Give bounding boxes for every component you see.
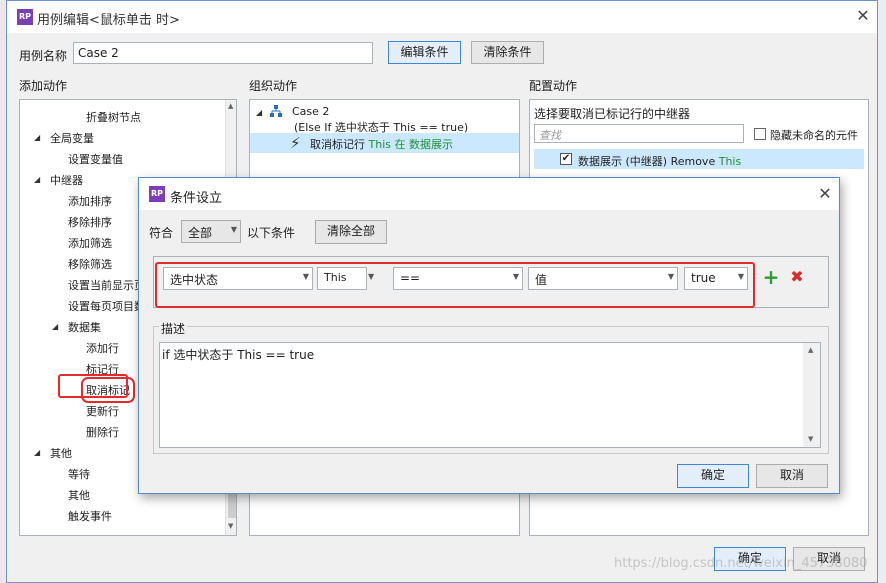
configure-actions-heading: 配置动作 [529, 79, 578, 93]
repeater-row-label: 数据展示 (中继器) Remove This [578, 155, 742, 168]
add-condition-icon[interactable]: + [762, 266, 780, 288]
watermark: https://blog.csdn.net/weixin_45738080 [614, 556, 868, 571]
scroll-up-icon[interactable]: ▲ [808, 346, 813, 354]
cond-cancel-button[interactable]: 取消 [756, 464, 828, 488]
tree-item[interactable]: 设置每页项目数 [68, 298, 145, 314]
description-label: 描述 [159, 320, 188, 337]
tree-item[interactable]: 触发事件 [68, 508, 112, 524]
usecase-name-label: 用例名称 [19, 49, 68, 63]
action-row-selected[interactable]: ⚡ 取消标记行 This 在 数据展示 [250, 133, 519, 153]
match-select[interactable]: 全部 ▼ [181, 220, 241, 243]
scroll-down-icon[interactable]: ▼ [808, 435, 813, 443]
cond-dialog-title: 条件设立 [170, 191, 223, 206]
search-input[interactable]: 查找 [534, 124, 744, 143]
case-tree-icon [270, 105, 282, 117]
match-label: 符合 [149, 226, 174, 240]
scroll-up-icon[interactable]: ▲ [228, 102, 233, 110]
repeater-checkbox[interactable]: ✔ [560, 153, 572, 165]
rp-logo-icon: RP [149, 186, 165, 202]
scrollbar-thumb[interactable] [228, 493, 236, 518]
tree-item[interactable]: 设置变量值 [68, 151, 123, 167]
expand-arrow-icon[interactable]: ◢ [34, 175, 40, 184]
action-label: 取消标记行 This 在 数据展示 [310, 138, 453, 151]
tree-item[interactable]: 折叠树节点 [86, 109, 141, 125]
tree-item[interactable]: 移除筛选 [68, 256, 112, 272]
chevron-down-icon: ▼ [230, 225, 237, 234]
tree-item[interactable]: 设置当前显示页 [68, 277, 145, 293]
expand-arrow-icon[interactable]: ◢ [52, 322, 58, 331]
dialog-title: 用例编辑<鼠标单击 时> [37, 13, 180, 28]
match-suffix-label: 以下条件 [247, 226, 296, 240]
rp-logo-icon: RP [17, 9, 33, 25]
description-scrollbar[interactable]: ▲ ▼ [803, 343, 820, 447]
cond-ok-button[interactable]: 确定 [677, 464, 749, 488]
tree-item[interactable]: 等待 [68, 466, 90, 482]
tree-item[interactable]: 移除排序 [68, 214, 112, 230]
cfg-heading: 选择要取消已标记行的中继器 [534, 107, 691, 121]
tree-item[interactable]: 添加筛选 [68, 235, 112, 251]
highlight-box-condition [155, 262, 755, 308]
edit-condition-button[interactable]: 编辑条件 [388, 41, 461, 64]
clear-all-button[interactable]: 清除全部 [315, 220, 387, 244]
case-name[interactable]: Case 2 [292, 105, 329, 118]
tree-item[interactable]: 添加行 [86, 340, 119, 356]
usecase-name-input[interactable]: Case 2 [73, 42, 373, 64]
clear-condition-button[interactable]: 清除条件 [471, 41, 544, 64]
tree-item[interactable]: 更新行 [86, 403, 119, 419]
close-icon[interactable]: ✕ [853, 6, 873, 26]
organize-actions-heading: 组织动作 [249, 79, 298, 93]
tree-item[interactable]: 添加排序 [68, 193, 112, 209]
hide-unnamed-checkbox[interactable] [754, 128, 766, 140]
tree-item[interactable]: 删除行 [86, 424, 119, 440]
add-actions-heading: 添加动作 [19, 79, 68, 93]
cond-titlebar: RP 条件设立 ✕ [139, 178, 839, 210]
expand-arrow-icon[interactable]: ◢ [34, 448, 40, 457]
scroll-down-icon[interactable]: ▼ [228, 522, 233, 530]
titlebar: RP 用例编辑<鼠标单击 时> ✕ [7, 1, 877, 33]
delete-condition-icon[interactable]: ✖ [788, 266, 806, 288]
tree-item[interactable]: 其他 [68, 487, 90, 503]
tree-item[interactable]: 中继器 [50, 172, 83, 188]
description-textarea[interactable]: if 选中状态于 This == true [159, 342, 821, 448]
highlight-box-unmark [58, 374, 128, 398]
condition-setup-dialog: RP 条件设立 ✕ 符合 全部 ▼ 以下条件 清除全部 选中状态 ▼ This ▼… [138, 177, 840, 494]
lightning-icon: ⚡ [290, 134, 301, 152]
tree-item[interactable]: 其他 [50, 445, 72, 461]
tree-item[interactable]: 全局变量 [50, 130, 94, 146]
close-icon[interactable]: ✕ [815, 184, 835, 204]
hide-unnamed-label: 隐藏未命名的元件 [770, 129, 858, 142]
expand-arrow-icon[interactable]: ◢ [34, 133, 40, 142]
expand-arrow-icon[interactable]: ◢ [256, 108, 262, 117]
tree-item[interactable]: 数据集 [68, 319, 101, 335]
